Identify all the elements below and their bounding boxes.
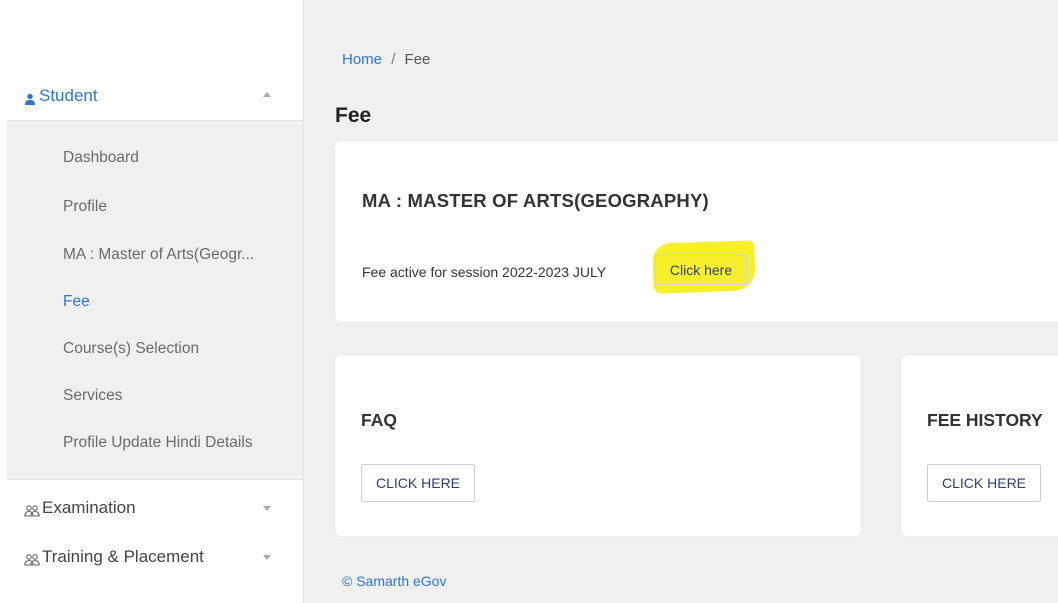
page-title: Fee	[335, 104, 372, 127]
sidebar-item-fee[interactable]: Fee	[63, 293, 90, 311]
chevron-down-icon[interactable]	[263, 555, 271, 560]
fee-history-card: FEE HISTORY CLICK HERE	[901, 355, 1058, 536]
fee-click-here-button[interactable]: Click here	[655, 255, 747, 285]
breadcrumb: Home / Fee	[342, 51, 430, 68]
chevron-up-icon[interactable]	[263, 92, 271, 97]
sidebar-section-student[interactable]: Student	[0, 76, 303, 116]
sidebar-section-examination-label: Examination	[42, 498, 136, 517]
faq-click-here-button[interactable]: CLICK HERE	[361, 464, 476, 502]
sidebar-item-services[interactable]: Services	[63, 387, 122, 405]
sidebar-section-examination[interactable]: Examination	[0, 488, 303, 528]
group-icon	[24, 502, 40, 517]
chevron-down-icon[interactable]	[263, 506, 271, 511]
sidebar-section-training-label: Training & Placement	[42, 547, 204, 566]
sidebar: Student Dashboard Profile MA : Master of…	[0, 0, 304, 603]
sidebar-item-dashboard[interactable]: Dashboard	[63, 149, 139, 167]
fee-history-title: FEE HISTORY	[927, 410, 1043, 430]
group-icon	[24, 551, 40, 566]
sidebar-item-program[interactable]: MA : Master of Arts(Geogr...	[63, 246, 254, 264]
sidebar-item-course-selection[interactable]: Course(s) Selection	[63, 340, 199, 358]
person-icon	[24, 90, 36, 105]
fee-history-click-here-button[interactable]: CLICK HERE	[927, 464, 1042, 502]
faq-card: FAQ CLICK HERE	[335, 355, 861, 536]
sidebar-section-training[interactable]: Training & Placement	[0, 537, 303, 577]
breadcrumb-current: Fee	[404, 51, 431, 68]
student-subnav: Dashboard Profile MA : Master of Arts(Ge…	[7, 120, 303, 480]
program-card: MA : MASTER OF ARTS(GEOGRAPHY) Fee activ…	[335, 141, 1058, 322]
breadcrumb-separator: /	[391, 51, 396, 68]
footer-copyright: © Samarth eGov	[342, 573, 447, 589]
sidebar-section-student-label: Student	[39, 86, 98, 105]
breadcrumb-home-link[interactable]: Home	[342, 51, 382, 68]
sidebar-item-profile-update-hindi[interactable]: Profile Update Hindi Details	[63, 434, 253, 452]
sidebar-item-profile[interactable]: Profile	[63, 198, 107, 216]
program-title: MA : MASTER OF ARTS(GEOGRAPHY)	[362, 190, 709, 211]
fee-status-text: Fee active for session 2022-2023 JULY	[362, 264, 607, 280]
faq-title: FAQ	[361, 410, 397, 430]
